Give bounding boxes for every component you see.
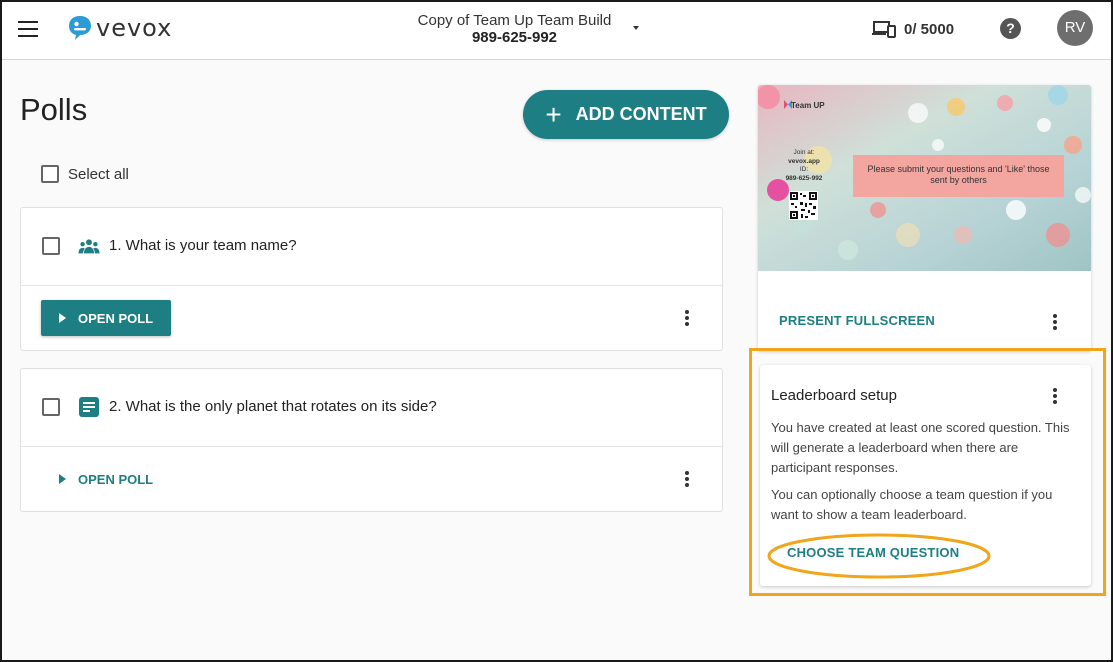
participant-count: 0/ 5000: [904, 20, 955, 38]
add-content-label: ADD CONTENT: [575, 104, 707, 124]
join-url: vevox.app: [788, 157, 820, 165]
page-title: Polls: [20, 92, 88, 127]
join-label: Join at:: [793, 149, 815, 156]
qr-code-icon: [789, 191, 818, 220]
top-bar: vevox Copy of Team Up Team Build 989-625…: [2, 2, 1111, 60]
open-poll-button[interactable]: OPEN POLL: [41, 461, 171, 497]
join-id: 989-625-992: [785, 174, 823, 182]
event-name: Copy of Team Up Team Build: [417, 12, 612, 29]
play-icon: [59, 474, 66, 484]
app-name: vevox: [96, 14, 173, 42]
poll-header: 2. What is the only planet that rotates …: [21, 369, 722, 447]
poll-question: 2. What is the only planet that rotates …: [109, 398, 437, 415]
leaderboard-title: Leaderboard setup: [771, 387, 897, 404]
poll-card: 2. What is the only planet that rotates …: [20, 368, 723, 512]
participant-counter: 0/ 5000: [872, 20, 954, 38]
poll-checkbox[interactable]: [42, 398, 60, 416]
more-options-icon[interactable]: [1047, 386, 1063, 406]
more-options-icon[interactable]: [679, 308, 695, 328]
play-icon: [59, 313, 66, 323]
poll-question: 1. What is your team name?: [109, 237, 297, 254]
poll-actions: OPEN POLL: [21, 447, 722, 511]
avatar[interactable]: RV: [1057, 10, 1093, 46]
more-options-icon[interactable]: [679, 469, 695, 489]
join-id-label: ID:: [799, 166, 809, 173]
open-poll-label: OPEN POLL: [78, 471, 154, 487]
poll-actions: OPEN POLL: [21, 286, 722, 350]
slide-brand: Team UP: [791, 101, 825, 110]
open-poll-button[interactable]: OPEN POLL: [41, 300, 171, 336]
choose-team-question-button[interactable]: CHOOSE TEAM QUESTION: [787, 545, 959, 560]
add-content-button[interactable]: + ADD CONTENT: [523, 90, 729, 139]
poll-checkbox[interactable]: [42, 237, 60, 255]
event-code: 989-625-992: [471, 29, 558, 46]
team-icon: [78, 239, 100, 254]
team-question-hint: You can optionally choose a team questio…: [771, 487, 1053, 522]
menu-icon[interactable]: [18, 21, 38, 37]
chevron-down-icon[interactable]: [633, 26, 639, 30]
select-all-label: Select all: [68, 165, 129, 183]
leaderboard-description: You have created at least one scored que…: [771, 420, 1070, 475]
select-all[interactable]: Select all: [41, 165, 129, 183]
present-fullscreen-button[interactable]: PRESENT FULLSCREEN: [779, 313, 935, 328]
slide-message: Please submit your questions and 'Like' …: [853, 155, 1064, 197]
devices-icon: [872, 21, 896, 38]
slide-preview[interactable]: Team UP Join at: vevox.app ID: 989-625-9…: [758, 85, 1091, 271]
presentation-preview-card: Team UP Join at: vevox.app ID: 989-625-9…: [758, 85, 1091, 351]
help-icon[interactable]: ?: [1000, 18, 1021, 39]
more-options-icon[interactable]: [1047, 312, 1063, 332]
event-selector[interactable]: Copy of Team Up Team Build 989-625-992: [382, 12, 647, 46]
poll-header: 1. What is your team name?: [21, 208, 722, 286]
plus-icon: +: [545, 98, 562, 130]
poll-card: 1. What is your team name? OPEN POLL: [20, 207, 723, 351]
app-window: vevox Copy of Team Up Team Build 989-625…: [0, 0, 1113, 662]
text-question-icon: [79, 397, 99, 417]
vevox-logo-icon: [69, 16, 91, 40]
select-all-checkbox[interactable]: [41, 165, 59, 183]
slide-join-info: Join at: vevox.app ID: 989-625-992: [782, 149, 826, 183]
open-poll-label: OPEN POLL: [78, 310, 154, 326]
leaderboard-setup-card: Leaderboard setup You have created at le…: [760, 365, 1091, 586]
vevox-logo[interactable]: vevox: [68, 14, 172, 42]
